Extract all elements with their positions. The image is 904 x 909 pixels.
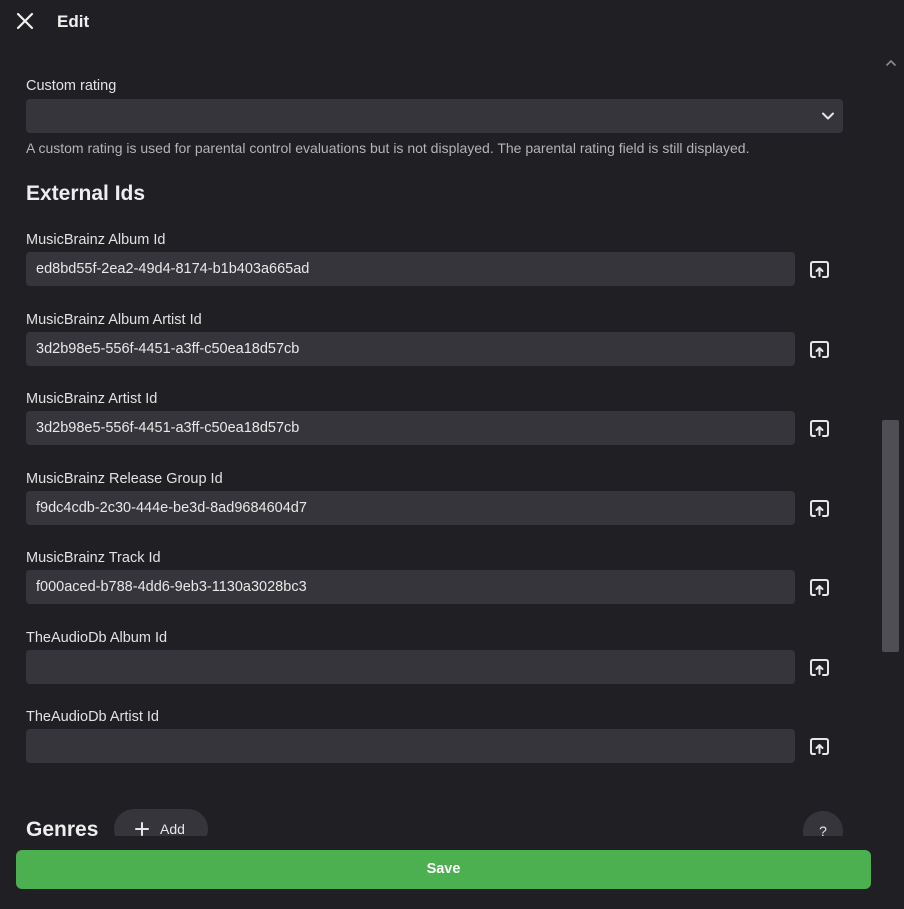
musicbrainz-track-id-input[interactable]: f000aced-b788-4dd6-9eb3-1130a3028bc3 <box>26 570 795 604</box>
open-in-new-icon <box>810 420 829 437</box>
plus-icon <box>135 822 149 836</box>
theaudiodb-album-id-input[interactable] <box>26 650 795 684</box>
open-in-new-icon <box>810 341 829 358</box>
dialog-content: Custom rating A custom rating is used fo… <box>0 46 878 836</box>
scroll-up-icon[interactable] <box>884 56 898 70</box>
open-in-new-icon <box>810 579 829 596</box>
genres-help-button[interactable]: ? <box>803 811 843 836</box>
close-icon <box>16 12 34 30</box>
dialog-title: Edit <box>57 12 90 31</box>
musicbrainz-album-artist-id-open-button[interactable] <box>808 338 830 360</box>
genres-heading: Genres <box>26 818 99 836</box>
custom-rating-help: A custom rating is used for parental con… <box>26 140 750 156</box>
musicbrainz-album-id-input[interactable]: ed8bd55f-2ea2-49d4-8174-b1b403a665ad <box>26 252 795 286</box>
save-button[interactable]: Save <box>16 850 871 889</box>
dialog-footer: Save <box>0 836 904 909</box>
musicbrainz-album-artist-id-label: MusicBrainz Album Artist Id <box>26 312 202 328</box>
custom-rating-label: Custom rating <box>26 78 117 94</box>
musicbrainz-release-group-id-open-button[interactable] <box>808 497 830 519</box>
theaudiodb-album-id-open-button[interactable] <box>808 656 830 678</box>
theaudiodb-artist-id-input[interactable] <box>26 729 795 763</box>
theaudiodb-artist-id-open-button[interactable] <box>808 735 830 757</box>
theaudiodb-album-id-label: TheAudioDb Album Id <box>26 630 168 646</box>
scrollbar-thumb[interactable] <box>882 420 899 652</box>
open-in-new-icon <box>810 261 829 278</box>
musicbrainz-album-artist-id-input[interactable]: 3d2b98e5-556f-4451-a3ff-c50ea18d57cb <box>26 332 795 366</box>
musicbrainz-album-id-label: MusicBrainz Album Id <box>26 232 166 248</box>
add-genre-button[interactable]: Add <box>114 809 208 836</box>
musicbrainz-release-group-id-label: MusicBrainz Release Group Id <box>26 471 223 487</box>
chevron-down-icon <box>822 112 834 120</box>
musicbrainz-release-group-id-input[interactable]: f9dc4cdb-2c30-444e-be3d-8ad9684604d7 <box>26 491 795 525</box>
dialog-header: Edit <box>0 0 904 46</box>
musicbrainz-artist-id-label: MusicBrainz Artist Id <box>26 391 158 407</box>
custom-rating-select[interactable] <box>26 99 843 133</box>
add-genre-label: Add <box>160 821 185 836</box>
musicbrainz-album-id-open-button[interactable] <box>808 258 830 280</box>
external-ids-heading: External Ids <box>26 182 146 205</box>
theaudiodb-artist-id-label: TheAudioDb Artist Id <box>26 709 159 725</box>
musicbrainz-track-id-label: MusicBrainz Track Id <box>26 550 161 566</box>
open-in-new-icon <box>810 738 829 755</box>
open-in-new-icon <box>810 500 829 517</box>
open-in-new-icon <box>810 659 829 676</box>
close-button[interactable] <box>14 10 36 32</box>
musicbrainz-track-id-open-button[interactable] <box>808 576 830 598</box>
musicbrainz-artist-id-input[interactable]: 3d2b98e5-556f-4451-a3ff-c50ea18d57cb <box>26 411 795 445</box>
musicbrainz-artist-id-open-button[interactable] <box>808 417 830 439</box>
